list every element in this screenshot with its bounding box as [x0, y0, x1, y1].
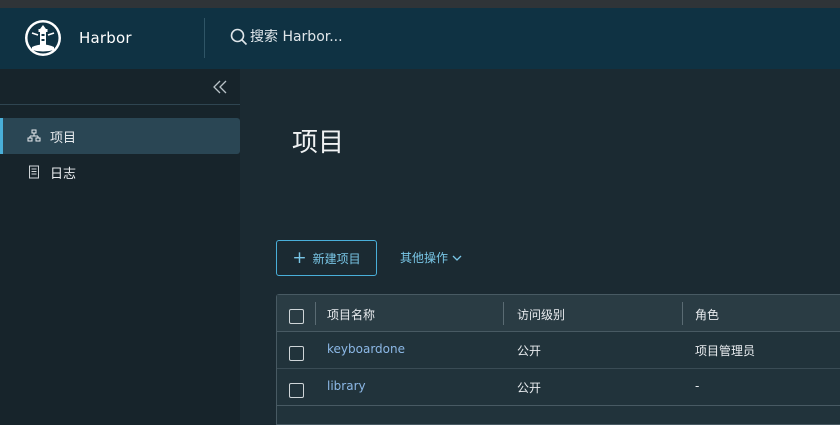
project-name-link[interactable]: library	[327, 379, 366, 393]
column-separator	[503, 302, 504, 325]
role: 项目管理员	[695, 344, 756, 358]
search-input[interactable]	[250, 29, 550, 45]
column-separator	[682, 302, 683, 325]
harbor-logo-icon[interactable]	[24, 19, 62, 57]
projects-icon	[27, 129, 41, 142]
logs-icon	[29, 165, 39, 179]
column-header-access[interactable]: 访问级别	[517, 306, 565, 323]
sidebar-item-label: 项目	[50, 130, 77, 146]
sidebar: 项目 日志	[0, 69, 240, 425]
column-separator	[315, 302, 316, 325]
new-project-button[interactable]: + 新建项目	[276, 240, 377, 276]
more-actions-dropdown[interactable]: 其他操作	[400, 249, 463, 266]
brand-name[interactable]: Harbor	[79, 29, 132, 47]
role: -	[695, 379, 700, 393]
sidebar-item-label: 日志	[50, 166, 77, 182]
main-content: 项目 + 新建项目 其他操作 项目名称 访问级别 角色 keyboardone …	[240, 69, 840, 425]
header-divider	[204, 18, 205, 58]
row-checkbox[interactable]	[289, 383, 304, 398]
plus-icon: +	[292, 247, 307, 268]
search-icon	[230, 28, 248, 46]
window-top-strip	[0, 0, 840, 8]
page-title: 项目	[292, 128, 345, 158]
more-actions-label: 其他操作	[400, 251, 449, 265]
table-row: keyboardone 公开 项目管理员	[277, 332, 840, 369]
top-header: Harbor	[0, 8, 840, 69]
sidebar-item-logs[interactable]: 日志	[0, 154, 240, 190]
column-header-name[interactable]: 项目名称	[327, 306, 375, 323]
new-project-label: 新建项目	[312, 251, 361, 266]
row-checkbox[interactable]	[289, 346, 304, 361]
chevron-down-icon	[452, 255, 462, 261]
column-header-role[interactable]: 角色	[695, 306, 719, 323]
sidebar-item-projects[interactable]: 项目	[0, 118, 240, 154]
projects-table: 项目名称 访问级别 角色 keyboardone 公开 项目管理员 librar…	[276, 294, 840, 425]
table-header: 项目名称 访问级别 角色	[277, 295, 840, 332]
project-name-link[interactable]: keyboardone	[327, 342, 405, 356]
access-level: 公开	[517, 381, 542, 395]
sidebar-collapse-row	[0, 69, 240, 105]
select-all-checkbox[interactable]	[289, 309, 304, 324]
access-level: 公开	[517, 344, 542, 358]
double-chevron-left-icon[interactable]	[212, 79, 228, 95]
global-search	[230, 28, 550, 46]
table-row: library 公开 -	[277, 369, 840, 406]
